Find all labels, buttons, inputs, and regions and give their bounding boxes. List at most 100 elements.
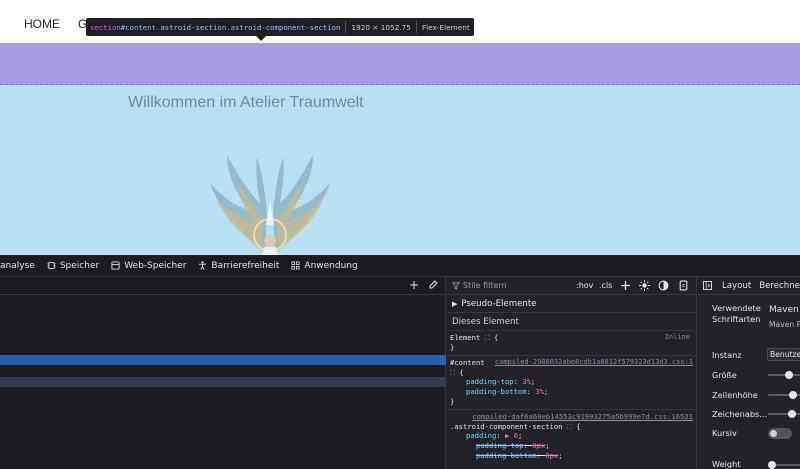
print-media-icon[interactable] bbox=[678, 280, 689, 291]
open-brace: { bbox=[576, 421, 581, 431]
eyedropper-icon[interactable] bbox=[428, 280, 438, 290]
rule-source-link[interactable]: compiled-daf6a60eb14553c91993275a5b999e7… bbox=[472, 412, 693, 421]
tab-label: Anwendung bbox=[304, 260, 358, 271]
open-brace: { bbox=[459, 367, 464, 377]
this-element-label: Dieses Element bbox=[452, 316, 519, 327]
tooltip-dimensions: 1920 × 1052.75 bbox=[351, 22, 411, 32]
css-property-overridden[interactable]: padding-bottom bbox=[476, 451, 537, 460]
open-brace: { bbox=[494, 333, 499, 342]
rule-grid-icon[interactable]: ⛶ bbox=[485, 333, 490, 342]
tab-application[interactable]: Anwendung bbox=[291, 260, 358, 271]
css-value-overridden[interactable]: 0px bbox=[545, 451, 558, 460]
nav-home-link[interactable]: HOME bbox=[24, 17, 60, 31]
styles-panel: Stile filtern :hov .cls ▶ Pseudo-Element… bbox=[447, 277, 697, 469]
rule-source-link[interactable]: compiled-2988032abe8cdb1a8812f579323d13d… bbox=[495, 358, 693, 368]
tooltip-divider bbox=[345, 21, 347, 33]
tooltip-arrow bbox=[256, 36, 266, 41]
css-value[interactable]: 3% bbox=[522, 377, 531, 386]
tab-label: Barrierefreiheit bbox=[211, 260, 280, 271]
element-inline-rule[interactable]: Inline Element ⛶ { } bbox=[447, 331, 696, 357]
letter-spacing-slider[interactable] bbox=[768, 410, 800, 418]
rule-selector: #content bbox=[450, 358, 485, 368]
add-node-icon[interactable]: + bbox=[409, 279, 419, 291]
instance-select[interactable]: Benutze bbox=[767, 348, 800, 361]
pseudo-elements-label: Pseudo-Elemente bbox=[461, 298, 537, 309]
italic-toggle[interactable] bbox=[768, 428, 792, 439]
accessibility-icon bbox=[199, 261, 207, 270]
light-theme-icon[interactable] bbox=[639, 280, 650, 291]
application-icon bbox=[291, 261, 300, 270]
font-name: Maven bbox=[769, 305, 799, 315]
layout-fonts-panel: Layout Berechne Verwendete Schriftarten … bbox=[698, 277, 800, 469]
filter-icon bbox=[452, 281, 460, 290]
memory-icon bbox=[47, 261, 56, 270]
element-inspector-tooltip: section #content .astroid-section.astroid-… bbox=[86, 18, 474, 36]
styles-toolbar: Stile filtern :hov .cls bbox=[447, 277, 696, 295]
styles-filter[interactable]: Stile filtern bbox=[452, 281, 507, 290]
sidebar-toggle-icon[interactable] bbox=[703, 281, 712, 290]
tab-memory[interactable]: Speicher bbox=[47, 261, 99, 271]
angel-illustration bbox=[210, 155, 330, 255]
slider-thumb[interactable] bbox=[788, 410, 796, 418]
tab-accessibility[interactable]: Barrierefreiheit bbox=[198, 261, 279, 271]
css-property[interactable]: padding-top bbox=[466, 377, 514, 386]
toggle-knob bbox=[770, 430, 777, 437]
section-padding-overlay bbox=[0, 43, 800, 85]
slider-thumb[interactable] bbox=[768, 461, 776, 469]
css-property[interactable]: padding bbox=[466, 431, 496, 440]
tab-performance[interactable]: itanalyse bbox=[0, 261, 35, 271]
dark-theme-icon[interactable] bbox=[658, 280, 669, 291]
line-height-slider[interactable] bbox=[768, 391, 800, 399]
content-title: Willkommen im Atelier Traumwelt bbox=[128, 94, 364, 111]
cls-toggle[interactable]: .cls bbox=[599, 281, 612, 290]
tab-label: Web-Speicher bbox=[124, 260, 187, 271]
add-rule-icon[interactable] bbox=[620, 280, 631, 291]
weight-label: Weight bbox=[712, 459, 741, 469]
tab-storage[interactable]: Web-Speicher bbox=[111, 261, 186, 271]
pseudo-elements-toggle[interactable]: ▶ Pseudo-Elemente bbox=[447, 295, 696, 313]
close-brace: } bbox=[450, 396, 455, 406]
rule-grid-icon[interactable]: ⛶ bbox=[567, 422, 572, 431]
component-section-rule[interactable]: compiled-daf6a60eb14553c91993275a5b999e7… bbox=[447, 410, 696, 463]
expand-triangle-icon: ▶ bbox=[452, 299, 458, 308]
devtools-tab-bar: itanalyse Speicher Web-Speicher Barriere… bbox=[0, 255, 800, 277]
size-slider[interactable] bbox=[768, 371, 800, 379]
devtools-panel: itanalyse Speicher Web-Speicher Barriere… bbox=[0, 255, 800, 469]
this-element-header: Dieses Element bbox=[447, 313, 696, 331]
weight-slider[interactable] bbox=[768, 461, 800, 469]
letter-spacing-label: Zeichenabs... bbox=[712, 409, 768, 419]
hov-toggle[interactable]: :hov bbox=[576, 281, 593, 290]
content-section: Willkommen im Atelier Traumwelt bbox=[0, 85, 800, 255]
storage-icon bbox=[111, 261, 120, 270]
css-property-overridden[interactable]: padding-top bbox=[476, 441, 524, 450]
close-brace: } bbox=[450, 342, 455, 352]
tooltip-id: #content bbox=[120, 22, 156, 32]
css-value-overridden[interactable]: 0px bbox=[532, 441, 545, 450]
tooltip-classes: .astroid-section.astroid-component-secti… bbox=[155, 22, 341, 32]
tooltip-element-type: Flex-Element bbox=[421, 22, 470, 32]
size-label: Größe bbox=[712, 370, 737, 380]
layout-tab-bar: Layout Berechne bbox=[698, 277, 800, 295]
page-viewport: HOME G T Willkommen im Atelier Traumwelt… bbox=[0, 0, 800, 255]
tree-row-selected[interactable] bbox=[0, 355, 446, 365]
instance-label: Instanz bbox=[712, 350, 742, 360]
rule-grid-icon[interactable]: ⛶ bbox=[450, 368, 455, 377]
tab-label: itanalyse bbox=[0, 260, 35, 271]
italic-label: Kursiv bbox=[712, 428, 737, 438]
css-value[interactable]: ▶ 0 bbox=[505, 431, 518, 440]
slider-thumb[interactable] bbox=[789, 391, 797, 399]
css-property[interactable]: padding-bottom bbox=[466, 387, 527, 396]
tooltip-divider bbox=[415, 21, 417, 33]
slider-thumb[interactable] bbox=[785, 371, 793, 379]
tab-computed[interactable]: Berechne bbox=[759, 281, 800, 291]
font-name-secondary: Maven P bbox=[769, 320, 800, 329]
fonts-used-label: Verwendete Schriftarten bbox=[712, 303, 761, 324]
tab-layout[interactable]: Layout bbox=[722, 281, 751, 291]
css-value[interactable]: 3% bbox=[535, 387, 544, 396]
tree-row-hovered[interactable] bbox=[0, 377, 446, 387]
inspector-tree-panel: + bbox=[0, 277, 446, 469]
rule-selector: .astroid-component-section bbox=[450, 421, 563, 431]
tab-label: Speicher bbox=[59, 260, 100, 271]
filter-placeholder: Stile filtern bbox=[463, 281, 507, 290]
content-id-rule[interactable]: compiled-2988032abe8cdb1a8812f579323d13d… bbox=[447, 356, 696, 411]
